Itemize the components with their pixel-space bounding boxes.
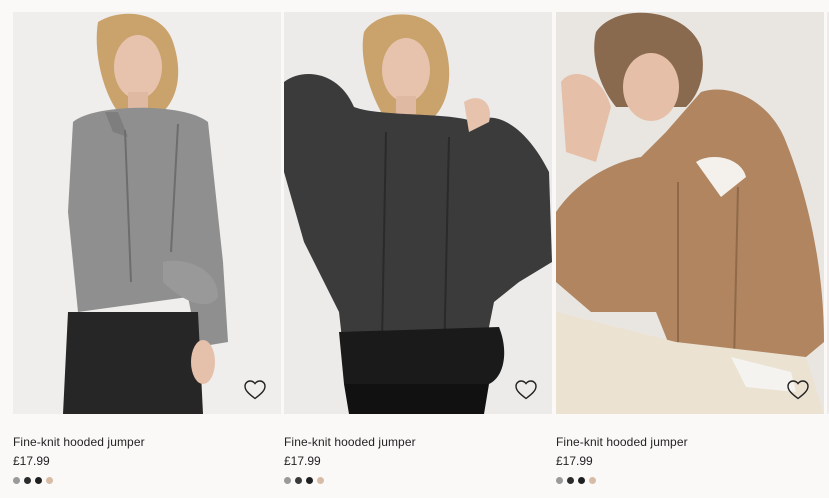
product-title[interactable]: Fine-knit hooded jumper bbox=[556, 435, 824, 449]
product-image[interactable] bbox=[556, 12, 824, 414]
color-swatch[interactable] bbox=[295, 477, 302, 484]
product-price: £17.99 bbox=[556, 454, 593, 468]
favourite-heart-icon[interactable] bbox=[243, 378, 267, 402]
product-card[interactable]: Fine-knit hooded jumper £17.99 bbox=[13, 12, 281, 484]
product-title[interactable]: Fine-knit hooded jumper bbox=[13, 435, 281, 449]
color-swatches bbox=[13, 477, 281, 484]
color-swatch[interactable] bbox=[24, 477, 31, 484]
favourite-heart-icon[interactable] bbox=[786, 378, 810, 402]
product-title[interactable]: Fine-knit hooded jumper bbox=[284, 435, 552, 449]
product-card[interactable]: Fine-knit hooded jumper £17.99 bbox=[556, 12, 824, 484]
product-card[interactable]: Fine-knit hooded jumper £17.99 bbox=[284, 12, 552, 484]
product-image[interactable] bbox=[284, 12, 552, 414]
color-swatch[interactable] bbox=[556, 477, 563, 484]
favourite-heart-icon[interactable] bbox=[514, 378, 538, 402]
color-swatch[interactable] bbox=[13, 477, 20, 484]
color-swatch[interactable] bbox=[306, 477, 313, 484]
color-swatch[interactable] bbox=[35, 477, 42, 484]
product-price: £17.99 bbox=[284, 454, 321, 468]
product-image[interactable] bbox=[13, 12, 281, 414]
color-swatch[interactable] bbox=[578, 477, 585, 484]
color-swatches bbox=[284, 477, 552, 484]
color-swatch[interactable] bbox=[589, 477, 596, 484]
product-grid: Fine-knit hooded jumper £17.99 Fine-knit… bbox=[0, 0, 829, 498]
color-swatch[interactable] bbox=[567, 477, 574, 484]
product-price: £17.99 bbox=[13, 454, 50, 468]
color-swatch[interactable] bbox=[284, 477, 291, 484]
color-swatches bbox=[556, 477, 824, 484]
color-swatch[interactable] bbox=[317, 477, 324, 484]
color-swatch[interactable] bbox=[46, 477, 53, 484]
